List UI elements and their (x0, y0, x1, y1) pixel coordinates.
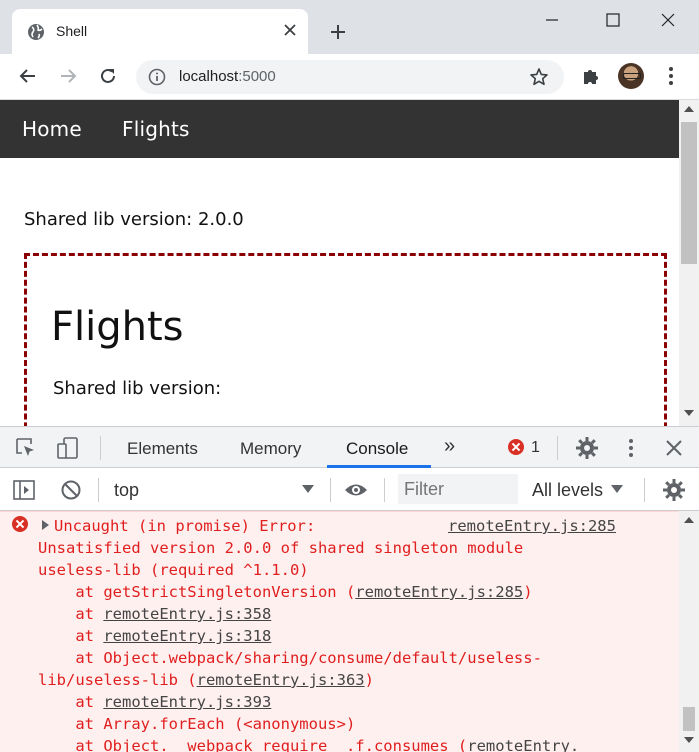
error-text-line: Unsatisfied version 2.0.0 of shared sing… (38, 539, 524, 557)
browser-toolbar: localhost:5000 (0, 54, 699, 100)
address-bar[interactable]: localhost:5000 (136, 60, 564, 94)
close-devtools-icon[interactable] (662, 436, 686, 460)
remote-title: Flights (51, 304, 184, 350)
info-icon[interactable] (148, 68, 166, 86)
divider (100, 436, 101, 460)
scroll-up-icon[interactable] (684, 517, 694, 523)
stack-frame: at remoteEntry.js:393 (38, 693, 272, 711)
console-toolbar: top All levels (0, 468, 699, 511)
stack-frame: at Object.webpack/sharing/consume/defaul… (38, 649, 542, 667)
devtools-tabbar: Elements Memory Console » 1 (0, 426, 699, 468)
scroll-up-icon[interactable] (684, 106, 694, 112)
settings-gear-icon[interactable] (575, 436, 599, 460)
devtools-menu-icon[interactable] (619, 436, 643, 460)
extensions-puzzle-icon[interactable] (579, 64, 603, 88)
log-levels-dropdown[interactable]: All levels (532, 480, 603, 501)
console-scrollbar[interactable] (679, 511, 699, 752)
live-expression-eye-icon[interactable] (344, 478, 368, 502)
error-count[interactable]: 1 (531, 439, 540, 457)
console-settings-gear-icon[interactable] (662, 478, 686, 502)
error-headline: Uncaught (in promise) Error: (54, 517, 316, 535)
stack-frame-link[interactable]: remoteEntry.js:318 (103, 627, 271, 645)
divider (644, 478, 645, 502)
stack-frame: at remoteEntry.js:318 (38, 627, 272, 645)
scroll-down-icon[interactable] (684, 737, 694, 743)
shell-lib-version: Shared lib version: 2.0.0 (24, 209, 244, 230)
url-text: localhost:5000 (179, 68, 276, 85)
remote-lib-version: Shared lib version: (53, 378, 222, 399)
scrollbar-thumb[interactable] (683, 707, 695, 731)
close-tab-icon[interactable] (280, 20, 300, 40)
window-close-icon[interactable] (656, 8, 680, 32)
back-icon[interactable] (16, 64, 40, 88)
stack-frame: at remoteEntry.js:358 (38, 605, 272, 623)
console-error-message: Uncaught (in promise) Error: remoteEntry… (0, 511, 679, 752)
tab-memory[interactable]: Memory (240, 439, 301, 459)
stack-frame-link[interactable]: remoteEntry. (467, 737, 579, 752)
nav-home-link[interactable]: Home (22, 117, 82, 141)
profile-avatar[interactable] (618, 63, 644, 89)
tab-elements[interactable]: Elements (127, 439, 198, 459)
error-count-icon[interactable] (508, 439, 524, 455)
remote-module-container: Flights Shared lib version: (24, 253, 667, 426)
error-icon (12, 516, 28, 532)
nav-flights-link[interactable]: Flights (122, 117, 190, 141)
source-link[interactable]: remoteEntry.js:285 (448, 515, 616, 537)
tab-console[interactable]: Console (346, 439, 408, 459)
browser-menu-icon[interactable] (659, 64, 683, 88)
globe-icon (28, 24, 44, 40)
console-filter-input[interactable] (398, 474, 518, 504)
more-tabs-button[interactable]: » (444, 435, 455, 458)
divider (330, 478, 331, 502)
context-selector[interactable]: top (114, 480, 139, 501)
stack-frame-link[interactable]: remoteEntry.js:358 (103, 605, 271, 623)
error-text-line: useless-lib (required ^1.1.0) (38, 561, 309, 579)
chevron-down-icon[interactable] (302, 485, 314, 493)
divider (98, 478, 99, 502)
stack-frame: at Array.forEach (<anonymous>) (38, 715, 356, 733)
maximize-icon[interactable] (601, 8, 625, 32)
reload-icon[interactable] (96, 64, 120, 88)
browser-titlebar: Shell (0, 0, 699, 54)
new-tab-icon[interactable] (326, 20, 350, 44)
minimize-icon[interactable] (540, 8, 564, 32)
stack-frame: lib/useless-lib (remoteEntry.js:363) (38, 671, 374, 689)
tab-title: Shell (56, 23, 88, 39)
forward-icon[interactable] (56, 64, 80, 88)
divider (557, 436, 558, 460)
device-toolbar-icon[interactable] (56, 436, 80, 460)
bookmark-star-icon[interactable] (529, 67, 549, 87)
stack-frame: at getStrictSingletonVersion (remoteEntr… (38, 583, 533, 601)
sidebar-toggle-icon[interactable] (12, 478, 36, 502)
app-navbar: Home Flights (0, 100, 679, 158)
stack-frame-link[interactable]: remoteEntry.js:363 (197, 671, 365, 689)
stack-frame: at Object.__webpack_require__.f.consumes… (38, 735, 579, 752)
stack-frame-link[interactable]: remoteEntry.js:393 (103, 693, 271, 711)
page-viewport: Home Flights Shared lib version: 2.0.0 F… (0, 100, 679, 426)
clear-console-icon[interactable] (59, 478, 83, 502)
page-scrollbar[interactable] (679, 100, 699, 426)
inspect-element-icon[interactable] (14, 436, 38, 460)
scrollbar-thumb[interactable] (681, 122, 697, 264)
chevron-down-icon[interactable] (611, 485, 623, 493)
stack-frame-link[interactable]: remoteEntry.js:285 (355, 583, 523, 601)
browser-tab[interactable]: Shell (12, 9, 308, 54)
expand-arrow-icon[interactable] (42, 520, 49, 530)
divider (384, 478, 385, 502)
scroll-down-icon[interactable] (684, 410, 694, 416)
